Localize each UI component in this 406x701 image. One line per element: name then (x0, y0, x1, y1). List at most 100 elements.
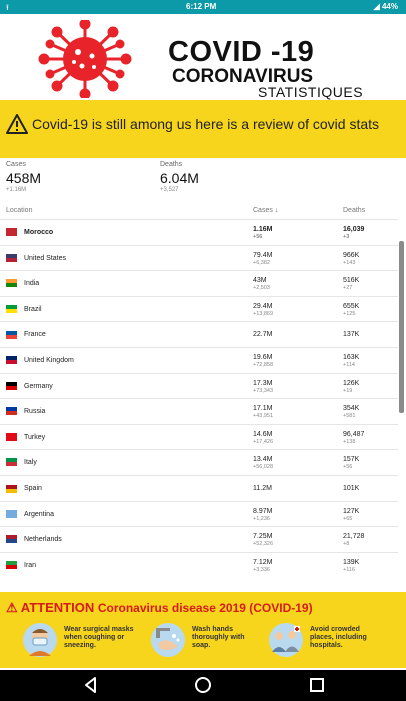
table-row[interactable]: Morocco 1.16M +56 16,039 +3 (0, 219, 398, 245)
flag-icon (6, 381, 17, 390)
deaths-new-value: +138 (343, 438, 356, 445)
deaths-value: 516K (343, 277, 360, 285)
cases-new-value: +3,336 (253, 566, 270, 573)
cases-new-value: +6,382 (253, 259, 270, 266)
cases-total: 458M (6, 170, 42, 186)
wash-hands-icon (151, 623, 185, 657)
table-row[interactable]: Russia 17.1M +43,951 354K +581 (0, 398, 398, 424)
deaths-new-value: +143 (343, 259, 356, 266)
attention-subtitle: Coronavirus disease 2019 (COVID-19) (97, 601, 313, 615)
flag-icon (6, 279, 17, 288)
attention-banner: ⚠ ATTENTION Coronavirus disease 2019 (CO… (0, 592, 406, 668)
attention-title: ATTENTION (20, 600, 95, 615)
cases-label: Cases (6, 161, 26, 168)
deaths-cell: 96,487 +138 (343, 431, 364, 445)
country-name: Spain (24, 485, 42, 492)
navigation-bar (0, 670, 406, 701)
banner-subtitle-2: STATISTIQUES (258, 84, 364, 100)
country-name: Brazil (24, 305, 42, 313)
home-icon[interactable] (194, 676, 212, 694)
table-row[interactable]: Germany 17.3M +73,343 126K +19 (0, 372, 398, 399)
status-time: 6:12 PM (186, 2, 217, 11)
location-column-header[interactable]: Location (6, 207, 32, 214)
deaths-cell: 101K (343, 485, 359, 492)
country-name: Iran (24, 561, 37, 569)
country-name: Netherlands (24, 536, 62, 544)
deaths-value: 96,487 (343, 430, 365, 438)
flag-icon (6, 228, 17, 236)
deaths-cell: 163K +114 (343, 354, 359, 368)
deaths-cell: 157K +56 (343, 456, 359, 470)
table-row[interactable]: Turkey 14.6M +17,426 96,487 +138 (0, 423, 398, 450)
cases-new-value: +17,426 (253, 438, 274, 445)
deaths-value: 655K (343, 302, 360, 310)
deaths-cell: 16,039 +3 (343, 226, 364, 240)
cases-change: +1.16M (6, 187, 27, 193)
tip-avoid-crowds-text: Avoid crowded places, including hospital… (310, 626, 367, 649)
table-row[interactable]: Argentina 8.97M +1,236 127K +65 (0, 500, 398, 527)
cases-cell: 14.6M +17,426 (253, 431, 273, 445)
scrollbar[interactable] (399, 241, 404, 413)
deaths-value: 163K (343, 354, 360, 361)
deaths-value: 126K (343, 379, 360, 387)
table-row[interactable]: Italy 13.4M +56,028 157K +56 (0, 449, 398, 475)
country-table[interactable]: Morocco 1.16M +56 16,039 +3 United States 79.4… (0, 219, 398, 581)
deaths-change: +3,527 (160, 187, 179, 193)
table-row[interactable]: Iran 7.12M +3,336 139K +116 (0, 551, 398, 578)
deaths-column-header[interactable]: Deaths (343, 207, 365, 214)
flag-icon (6, 407, 17, 416)
table-row[interactable]: France 22.7M 137K (0, 321, 398, 347)
deaths-cell: 126K +19 (343, 380, 359, 394)
country-name: Morocco (24, 229, 54, 236)
country-name: United Kingdom (24, 357, 74, 364)
deaths-new-value: +3 (343, 234, 350, 240)
cases-value: 11.2M (253, 485, 272, 492)
cases-new-value: +73,343 (253, 387, 274, 394)
cases-value: 8.97M (253, 507, 273, 515)
country-name: Argentina (24, 510, 54, 518)
deaths-new-value: +65 (343, 515, 353, 522)
status-right: ◢ 44% (374, 2, 398, 11)
warning-icon (6, 114, 28, 134)
cases-column-header[interactable]: Cases ↓ (253, 207, 278, 214)
table-row[interactable]: Netherlands 7.25M +52,326 21,728 +8 (0, 526, 398, 552)
recents-icon[interactable] (308, 676, 326, 694)
deaths-new-value: +27 (343, 285, 353, 292)
country-name: Russia (24, 408, 46, 416)
deaths-value: 16,039 (343, 226, 365, 233)
cases-new-value: +56 (253, 234, 263, 240)
country-name: Germany (24, 382, 53, 390)
country-name: India (24, 280, 40, 288)
header-banner: COVID -19 CORONAVIRUS STATISTIQUES (0, 14, 406, 100)
wifi-icon: ◢ (373, 2, 380, 11)
cases-new-value: +72,858 (253, 362, 274, 368)
cases-cell: 13.4M +56,028 (253, 456, 273, 470)
back-icon[interactable] (82, 676, 100, 694)
table-header: Location Cases ↓ Deaths (0, 205, 406, 219)
table-row[interactable]: United Kingdom 19.6M +72,858 163K +114 (0, 347, 398, 373)
crowd-icon (269, 623, 303, 657)
flag-icon (6, 356, 17, 364)
deaths-total: 6.04M (160, 170, 199, 186)
table-row[interactable]: United States 79.4M +6,382 966K +143 (0, 244, 398, 271)
table-row[interactable]: Spain 11.2M 101K (0, 475, 398, 501)
cases-summary: Cases 458M +1.16M (6, 161, 41, 193)
cases-new-value: +1,236 (253, 515, 270, 522)
cases-cell: 43M +2,503 (253, 277, 270, 291)
cases-cell: 29.4M +13,869 (253, 303, 273, 317)
attention-heading: ⚠ ATTENTION Coronavirus disease 2019 (CO… (6, 600, 313, 616)
table-row[interactable]: Brazil 29.4M +13,869 655K +125 (0, 295, 398, 322)
cases-value: 17.3M (253, 379, 273, 387)
flag-icon (6, 253, 17, 262)
deaths-cell: 21,728 +8 (343, 533, 364, 547)
cases-new-value: +56,028 (253, 464, 274, 471)
flag-icon (6, 485, 17, 493)
deaths-new-value: +19 (343, 387, 353, 394)
table-row[interactable]: India 43M +2,503 516K +27 (0, 270, 398, 296)
deaths-value: 139K (343, 558, 360, 566)
deaths-new-value: +56 (343, 464, 353, 471)
cases-cell: 7.25M +52,326 (253, 533, 273, 547)
country-name: Italy (24, 459, 37, 467)
deaths-cell: 127K +65 (343, 508, 359, 522)
cases-cell: 1.16M +56 (253, 226, 272, 240)
